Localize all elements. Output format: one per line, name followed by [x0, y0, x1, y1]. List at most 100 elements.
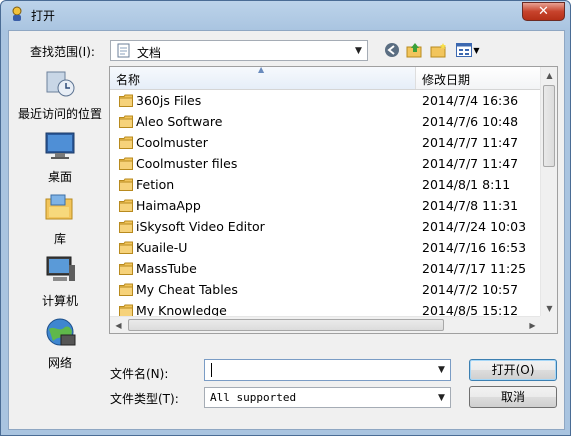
scroll-down-icon[interactable]: ▼ — [541, 300, 557, 317]
file-name: HaimaApp — [136, 198, 201, 213]
place-desktop[interactable]: 桌面 — [15, 129, 105, 185]
file-row[interactable]: My Cheat Tables 2014/7/2 10:57 — [110, 279, 541, 300]
network-icon — [46, 318, 76, 346]
scroll-right-icon[interactable]: ▶ — [524, 317, 541, 333]
folder-icon — [119, 136, 133, 149]
file-name: Coolmuster — [136, 135, 208, 150]
file-type-label: 文件类型(T): — [110, 392, 179, 406]
scroll-corner — [540, 316, 557, 333]
close-button[interactable]: ✕ — [522, 2, 565, 21]
folder-icon — [119, 262, 133, 275]
folder-icon — [119, 94, 133, 107]
file-date: 2014/8/1 8:11 — [422, 177, 511, 192]
place-label: 最近访问的位置 — [17, 107, 102, 121]
open-button[interactable]: 打开(O) — [469, 359, 557, 381]
file-name: MassTube — [136, 261, 197, 276]
file-name: iSkysoft Video Editor — [136, 219, 265, 234]
chevron-down-icon[interactable]: ▼ — [350, 41, 367, 60]
view-menu-button[interactable]: ▼ — [454, 40, 482, 60]
back-button[interactable] — [382, 40, 402, 60]
vertical-scrollbar[interactable]: ▲ ▼ — [540, 67, 557, 317]
folder-icon — [119, 283, 133, 296]
file-date: 2014/7/4 16:36 — [422, 93, 519, 108]
file-name: Fetion — [136, 177, 175, 192]
file-date: 2014/7/7 11:47 — [422, 156, 519, 171]
file-row[interactable]: MassTube 2014/7/17 11:25 — [110, 258, 541, 279]
horizontal-scroll-thumb[interactable] — [128, 319, 444, 331]
chevron-down-icon: ▼ — [473, 45, 480, 55]
file-date: 2014/7/24 10:03 — [422, 219, 527, 234]
look-in-value: 文档 — [137, 46, 162, 60]
documents-icon — [117, 43, 130, 58]
file-name: Kuaile-U — [136, 240, 188, 255]
place-network[interactable]: 网络 — [15, 315, 105, 371]
file-date: 2014/7/6 10:48 — [422, 114, 519, 129]
folder-icon — [119, 115, 133, 128]
list-header: ▲ 名称 修改日期 — [110, 67, 541, 90]
scroll-up-icon[interactable]: ▲ — [541, 67, 557, 84]
file-row[interactable]: Kuaile-U 2014/7/16 16:53 — [110, 237, 541, 258]
file-date: 2014/7/7 11:47 — [422, 135, 519, 150]
file-row[interactable]: HaimaApp 2014/7/8 11:31 — [110, 195, 541, 216]
place-label: 库 — [53, 232, 66, 246]
look-in-dropdown[interactable]: 文档 ▼ — [110, 40, 368, 61]
folder-icon — [119, 157, 133, 170]
file-row[interactable]: Aleo Software 2014/7/6 10:48 — [110, 111, 541, 132]
file-type-value: All supported — [210, 391, 297, 404]
recent-places-icon — [46, 71, 75, 97]
chevron-down-icon[interactable]: ▼ — [433, 388, 450, 407]
new-folder-icon — [430, 43, 446, 58]
back-icon — [385, 43, 399, 57]
dialog-body: 查找范围(I): 文档 ▼ ▼ 最近访问的位置 桌面 库 计算机 网络 ▲ 名称… — [8, 30, 565, 430]
sort-up-icon: ▲ — [258, 66, 265, 74]
file-type-dropdown[interactable]: All supported ▼ — [204, 387, 451, 408]
file-name: Coolmuster files — [136, 156, 238, 171]
vertical-scroll-thumb[interactable] — [543, 85, 555, 167]
column-header-name[interactable]: ▲ 名称 — [110, 67, 416, 89]
desktop-icon — [45, 132, 75, 159]
horizontal-scrollbar[interactable]: ◀ ▶ — [110, 316, 541, 333]
place-label: 桌面 — [47, 170, 72, 184]
place-libraries[interactable]: 库 — [15, 191, 105, 247]
file-row[interactable]: Fetion 2014/8/1 8:11 — [110, 174, 541, 195]
look-in-label: 查找范围(I): — [30, 45, 95, 59]
cancel-button[interactable]: 取消 — [469, 386, 557, 408]
place-recent[interactable]: 最近访问的位置 — [15, 66, 105, 122]
text-caret — [211, 363, 212, 377]
file-row[interactable]: Coolmuster files 2014/7/7 11:47 — [110, 153, 541, 174]
file-name: My Cheat Tables — [136, 282, 238, 297]
app-icon — [12, 6, 22, 21]
file-name: Aleo Software — [136, 114, 223, 129]
file-name-label: 文件名(N): — [110, 367, 169, 381]
file-row[interactable]: Coolmuster 2014/7/7 11:47 — [110, 132, 541, 153]
open-dialog: 打开 ✕ 查找范围(I): 文档 ▼ ▼ 最近访问的位置 桌面 库 计算机 网络… — [0, 0, 571, 436]
title-bar[interactable]: 打开 ✕ — [1, 1, 570, 27]
window-title: 打开 — [31, 9, 56, 23]
file-row[interactable]: 360js Files 2014/7/4 16:36 — [110, 90, 541, 111]
file-row[interactable]: iSkysoft Video Editor 2014/7/24 10:03 — [110, 216, 541, 237]
up-folder-icon — [406, 43, 422, 58]
place-computer[interactable]: 计算机 — [15, 253, 105, 309]
file-date: 2014/7/16 16:53 — [422, 240, 527, 255]
chevron-down-icon[interactable]: ▼ — [433, 360, 450, 379]
file-date: 2014/7/8 11:31 — [422, 198, 519, 213]
scroll-left-icon[interactable]: ◀ — [110, 317, 127, 333]
folder-icon — [119, 241, 133, 254]
file-name-input[interactable]: ▼ — [204, 359, 451, 381]
places-bar: 最近访问的位置 桌面 库 计算机 网络 — [15, 66, 105, 370]
folder-icon — [119, 220, 133, 233]
folder-icon — [119, 178, 133, 191]
libraries-icon — [45, 194, 73, 220]
file-date: 2014/7/2 10:57 — [422, 282, 519, 297]
new-folder-button[interactable] — [429, 40, 449, 60]
file-date: 2014/7/17 11:25 — [422, 261, 527, 276]
up-folder-button[interactable] — [405, 40, 425, 60]
folder-icon — [119, 199, 133, 212]
view-icon — [456, 43, 473, 57]
place-label: 网络 — [47, 356, 72, 370]
file-name: 360js Files — [136, 93, 202, 108]
file-list[interactable]: ▲ 名称 修改日期 360js Files 2014/7/4 16:36 Aleo … — [109, 66, 558, 334]
computer-icon — [46, 256, 75, 281]
column-header-date[interactable]: 修改日期 — [416, 67, 541, 89]
place-label: 计算机 — [41, 294, 78, 308]
